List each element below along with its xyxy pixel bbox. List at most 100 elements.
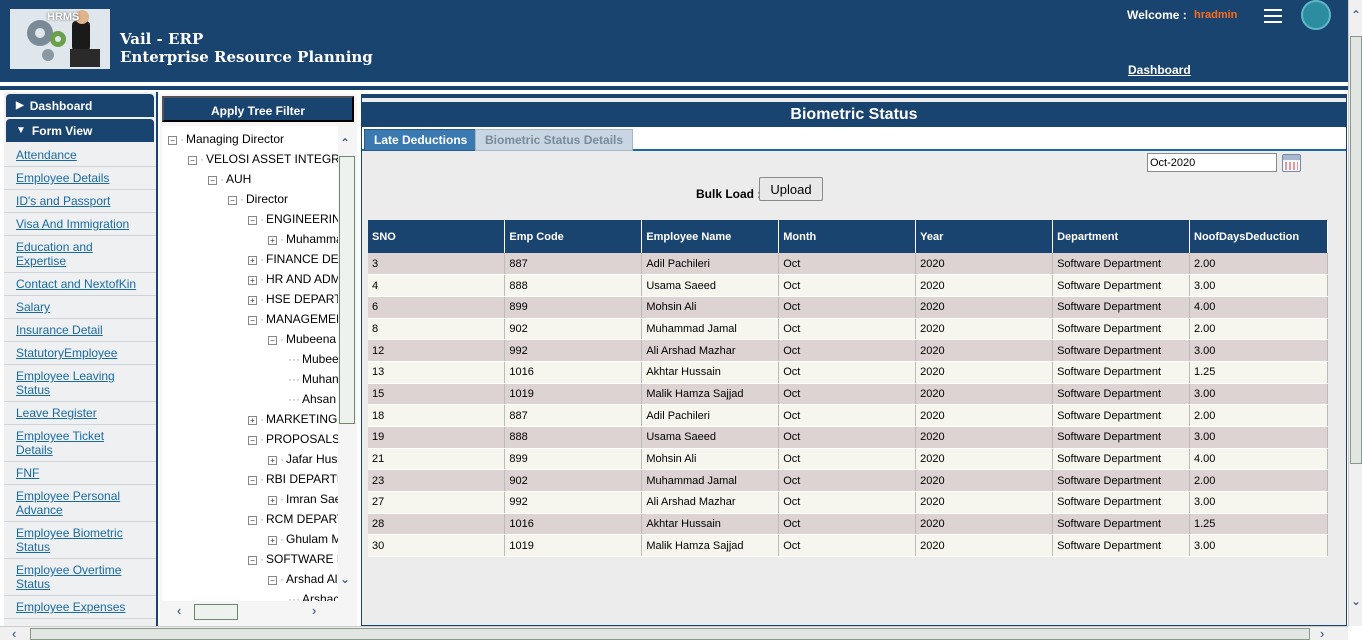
tree-vertical-scrollbar[interactable]: ⌃ ⌄ bbox=[338, 136, 355, 586]
chevron-left-icon[interactable]: ‹ bbox=[177, 603, 181, 618]
hamburger-menu-icon[interactable] bbox=[1264, 9, 1282, 23]
expand-icon[interactable]: + bbox=[268, 536, 277, 545]
collapse-icon[interactable]: − bbox=[168, 136, 177, 145]
column-header-sno[interactable]: SNO bbox=[368, 220, 506, 253]
calendar-icon[interactable] bbox=[1282, 154, 1301, 172]
table-row[interactable]: 12 992 Ali Arshad Mazhar Oct 2020 Software De… bbox=[368, 339, 1328, 362]
tree-node[interactable]: +·FINANCE DEPA bbox=[248, 252, 338, 266]
collapse-icon[interactable]: − bbox=[208, 176, 217, 185]
collapse-icon[interactable]: − bbox=[248, 516, 257, 525]
sidebar-item-employee-personal-advance[interactable]: Employee Personal Advance bbox=[4, 485, 156, 522]
table-row[interactable]: 27 992 Ali Arshad Mazhar Oct 2020 Software De… bbox=[368, 491, 1328, 514]
scroll-thumb[interactable] bbox=[30, 628, 1310, 640]
column-header-year[interactable]: Year bbox=[915, 220, 1054, 253]
sidebar-item-ids-passport[interactable]: ID's and Passport bbox=[4, 190, 156, 213]
sidebar-dashboard-header[interactable]: ▶ Dashboard bbox=[6, 94, 154, 117]
collapse-icon[interactable]: − bbox=[248, 316, 257, 325]
column-header-department[interactable]: Department bbox=[1052, 220, 1190, 253]
tree-node[interactable]: − · Arshad Ali bbox=[268, 572, 338, 586]
chevron-down-icon[interactable]: ⌄ bbox=[1351, 594, 1361, 608]
table-row[interactable]: 19 888 Usama Saeed Oct 2020 Software Departme… bbox=[368, 426, 1328, 449]
scroll-thumb[interactable] bbox=[339, 156, 355, 424]
month-input[interactable] bbox=[1147, 153, 1277, 172]
column-header-month[interactable]: Month bbox=[778, 220, 917, 253]
tree-node[interactable]: + · Muhamma bbox=[268, 232, 338, 246]
chevron-left-icon[interactable]: ‹ bbox=[12, 626, 16, 640]
expand-icon[interactable]: + bbox=[268, 456, 277, 465]
collapse-icon[interactable]: − bbox=[248, 216, 257, 225]
tree-node[interactable]: −·MANAGEMENT bbox=[248, 312, 338, 326]
column-header-deduction-days[interactable]: NoofDaysDeduction bbox=[1189, 220, 1328, 253]
scroll-thumb[interactable] bbox=[194, 604, 238, 620]
sidebar-item-leave-register[interactable]: Leave Register bbox=[4, 402, 156, 425]
table-row[interactable]: 3 887 Adil Pachileri Oct 2020 Software Depart… bbox=[368, 253, 1328, 276]
expand-icon[interactable]: + bbox=[268, 236, 277, 245]
expand-icon[interactable]: + bbox=[248, 416, 257, 425]
tree-node[interactable]: − · Director bbox=[228, 192, 288, 206]
tab-biometric-status-details[interactable]: Biometric Status Details bbox=[475, 129, 634, 151]
chevron-up-icon[interactable]: ⌃ bbox=[1351, 8, 1361, 22]
sidebar-item-employee-details[interactable]: Employee Details bbox=[4, 167, 156, 190]
tree-node[interactable]: − · VELOSI ASSET INTEGRIT bbox=[188, 152, 338, 166]
tree-node[interactable]: ··· Ahsan bbox=[288, 392, 336, 406]
tree-node[interactable]: ··· Mubee bbox=[288, 352, 338, 366]
sidebar-item-employee-ticket-details[interactable]: Employee Ticket Details bbox=[4, 425, 156, 462]
sidebar-item-salary[interactable]: Salary bbox=[4, 296, 156, 319]
sidebar-item-employee-biometric-status[interactable]: Employee Biometric Status bbox=[4, 522, 156, 559]
table-row[interactable]: 4 888 Usama Saeed Oct 2020 Software Departmen… bbox=[368, 274, 1328, 297]
tree-node[interactable]: −·ENGINEERING bbox=[248, 212, 338, 226]
tree-horizontal-scrollbar[interactable]: ‹ › bbox=[162, 603, 338, 620]
tree-node[interactable]: − · Managing Director bbox=[168, 132, 284, 146]
table-row[interactable]: 28 1016 Akhtar Hussain Oct 2020 Software Depa… bbox=[368, 513, 1328, 536]
sidebar-item-visa-immigration[interactable]: Visa And Immigration bbox=[4, 213, 156, 236]
apply-tree-filter-button[interactable]: Apply Tree Filter bbox=[162, 96, 354, 122]
table-row[interactable]: 30 1019 Malik Hamza Sajjad Oct 2020 Software … bbox=[368, 534, 1328, 558]
table-row[interactable]: 21 899 Mohsin Ali Oct 2020 Software Departmen… bbox=[368, 448, 1328, 471]
column-header-emp-code[interactable]: Emp Code bbox=[504, 220, 643, 253]
tree-node[interactable]: +·MARKETING D bbox=[248, 412, 338, 426]
tree-node[interactable]: − · AUH bbox=[208, 172, 251, 186]
tab-late-deductions[interactable]: Late Deductions bbox=[364, 129, 478, 151]
sidebar-item-contact-nextofkin[interactable]: Contact and NextofKin bbox=[4, 273, 156, 296]
sidebar-item-statutory-employee[interactable]: StatutoryEmployee bbox=[4, 342, 156, 365]
collapse-icon[interactable]: − bbox=[268, 576, 277, 585]
chevron-right-icon[interactable]: › bbox=[1320, 626, 1324, 640]
sidebar-item-employee-leaving-status[interactable]: Employee Leaving Status bbox=[4, 365, 156, 402]
tree-node[interactable]: + · HR AND ADMI bbox=[248, 272, 338, 286]
table-row[interactable]: 6 899 Mohsin Ali Oct 2020 Software Department… bbox=[368, 296, 1328, 319]
tree-node[interactable]: − · Mubeena bbox=[268, 332, 336, 346]
column-header-employee-name[interactable]: Employee Name bbox=[641, 220, 780, 253]
table-row[interactable]: 8 902 Muhammad Jamal Oct 2020 Software Depart… bbox=[368, 318, 1328, 341]
sidebar-item-education-expertise[interactable]: Education and Expertise bbox=[4, 236, 156, 273]
table-row[interactable]: 13 1016 Akhtar Hussain Oct 2020 Software Depa… bbox=[368, 361, 1328, 384]
collapse-icon[interactable]: − bbox=[228, 196, 237, 205]
sidebar-item-employee-expenses[interactable]: Employee Expenses bbox=[4, 596, 156, 619]
avatar[interactable] bbox=[1301, 0, 1331, 30]
sidebar-item-insurance-detail[interactable]: Insurance Detail bbox=[4, 319, 156, 342]
upload-button[interactable]: Upload bbox=[759, 177, 823, 201]
collapse-icon[interactable]: − bbox=[248, 436, 257, 445]
sidebar-form-view-header[interactable]: ▼ Form View bbox=[6, 119, 154, 142]
chevron-up-icon[interactable]: ⌃ bbox=[340, 136, 350, 150]
expand-icon[interactable]: + bbox=[268, 496, 277, 505]
page-horizontal-scrollbar[interactable]: ‹ › bbox=[0, 626, 1348, 640]
table-row[interactable]: 23 902 Muhammad Jamal Oct 2020 Software Depar… bbox=[368, 469, 1328, 493]
tree-node[interactable]: + · Imran Sae bbox=[268, 492, 338, 506]
tree-node[interactable]: +·HSE DEPARTM bbox=[248, 292, 338, 306]
table-row[interactable]: 15 1019 Malik Hamza Sajjad Oct 2020 Software … bbox=[368, 383, 1328, 406]
collapse-icon[interactable]: − bbox=[248, 556, 257, 565]
expand-icon[interactable]: + bbox=[248, 296, 257, 305]
chevron-down-icon[interactable]: ⌄ bbox=[340, 572, 350, 586]
sidebar-item-attendance[interactable]: Attendance bbox=[4, 144, 156, 167]
dashboard-link[interactable]: Dashboard bbox=[1128, 63, 1191, 77]
table-row[interactable]: 18 887 Adil Pachileri Oct 2020 Software Depar… bbox=[368, 404, 1328, 427]
scroll-thumb[interactable] bbox=[1350, 36, 1362, 464]
tree-node[interactable]: + · Ghulam M bbox=[268, 532, 338, 546]
tree-node[interactable]: ··· Arshac bbox=[288, 592, 338, 601]
tree-node[interactable]: −·RBI DEPARTM bbox=[248, 472, 338, 486]
expand-icon[interactable]: + bbox=[248, 276, 257, 285]
expand-icon[interactable]: + bbox=[248, 256, 257, 265]
tree-node[interactable]: −·RCM DEPARTM bbox=[248, 512, 338, 526]
collapse-icon[interactable]: − bbox=[268, 336, 277, 345]
tree-node[interactable]: − · SOFTWARE D bbox=[248, 552, 338, 566]
